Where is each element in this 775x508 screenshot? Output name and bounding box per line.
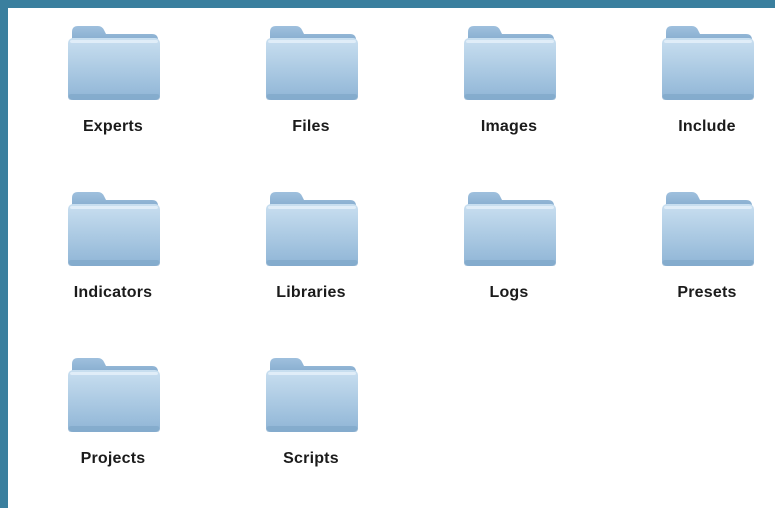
folder-item-experts[interactable]: Experts [38, 8, 188, 148]
folder-icon [68, 358, 160, 432]
folder-item-presets[interactable]: Presets [632, 174, 775, 314]
folder-item-include[interactable]: Include [632, 8, 775, 148]
folder-item-libraries[interactable]: Libraries [236, 174, 386, 314]
folder-label: Scripts [283, 450, 339, 467]
folder-grid: Experts Files Images Include Indicators … [8, 8, 775, 508]
folder-label: Indicators [73, 284, 153, 301]
folder-label: Include [678, 118, 736, 135]
folder-icon [662, 192, 754, 266]
folder-icon [68, 26, 160, 100]
folder-icon [68, 192, 160, 266]
folder-label: Images [480, 118, 538, 135]
folder-icon [464, 26, 556, 100]
folder-item-scripts[interactable]: Scripts [236, 340, 386, 480]
folder-label: Logs [489, 284, 529, 301]
folder-item-files[interactable]: Files [236, 8, 386, 148]
folder-icon [266, 358, 358, 432]
folder-icon [266, 192, 358, 266]
folder-item-indicators[interactable]: Indicators [38, 174, 188, 314]
folder-icon [266, 26, 358, 100]
folder-item-logs[interactable]: Logs [434, 174, 584, 314]
folder-label: Presets [677, 284, 737, 301]
finder-window: Experts Files Images Include Indicators … [8, 8, 775, 508]
folder-icon [662, 26, 754, 100]
folder-item-images[interactable]: Images [434, 8, 584, 148]
folder-label: Projects [80, 450, 146, 467]
folder-item-projects[interactable]: Projects [38, 340, 188, 480]
folder-icon [464, 192, 556, 266]
folder-label: Files [292, 118, 330, 135]
folder-label: Experts [82, 118, 144, 135]
folder-label: Libraries [276, 284, 346, 301]
